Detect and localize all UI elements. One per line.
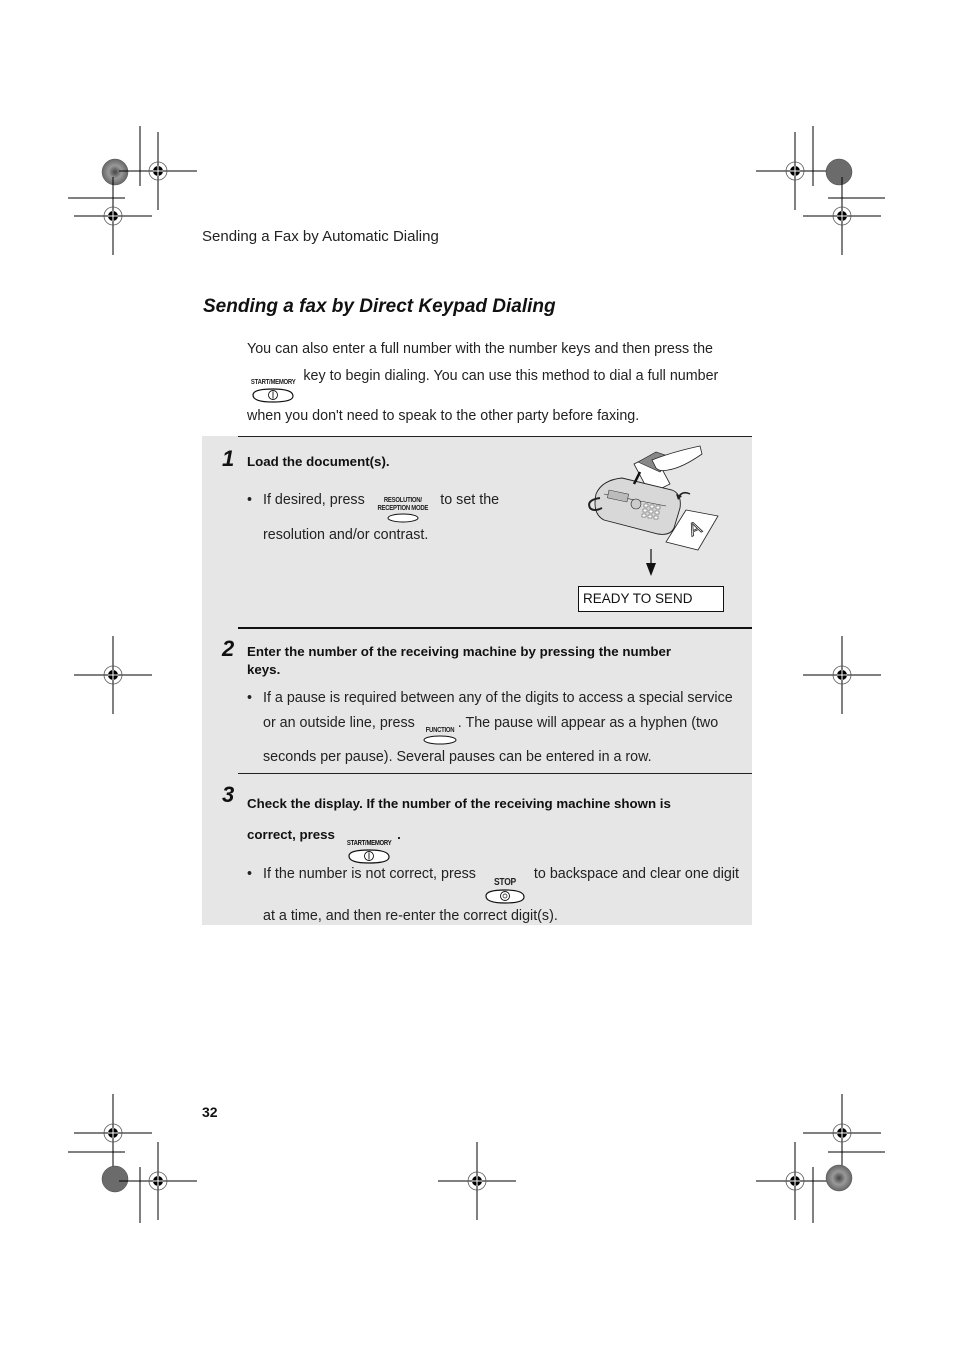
step-bullet: • If the number is not correct, press ST… — [247, 866, 739, 924]
step-bullet: • If desired, press RESOLUTION/ RECEPTIO… — [247, 492, 500, 543]
step-divider — [238, 436, 752, 437]
running-head: Sending a Fax by Automatic Dialing — [202, 228, 439, 245]
page-number: 32 — [202, 1104, 218, 1120]
color-bar-dot — [101, 158, 129, 186]
fax-machine-loading-document-icon: A — [588, 445, 719, 551]
step-divider — [238, 773, 752, 774]
step-divider — [238, 627, 752, 629]
intro-line-1: You can also enter a full number with th… — [247, 341, 713, 357]
section-title: Sending a fax by Direct Keypad Dialing — [203, 296, 556, 317]
resolution-reception-mode-key-icon: RESOLUTION/ RECEPTION MODE — [373, 497, 433, 523]
intro-line-2: START/MEMORY key to begin dialing. You c… — [247, 363, 747, 403]
step-heading: Check the display. If the number of the … — [247, 788, 671, 864]
stop-key-icon: STOP — [484, 877, 526, 904]
step-bullet: • If a pause is required between any of … — [247, 690, 733, 765]
step-heading: Load the document(s). — [247, 454, 390, 469]
steps-panel: 1 Load the document(s). • If desired, pr… — [202, 436, 752, 925]
start-memory-key-icon: START/MEMORY — [247, 379, 299, 403]
arrow-down-icon — [646, 549, 656, 576]
step-heading: Enter the number of the receiving machin… — [247, 644, 672, 677]
step-number: 1 — [222, 446, 235, 471]
step-number: 3 — [222, 782, 235, 807]
intro-paragraph: You can also enter a full number with th… — [247, 336, 747, 430]
fax-display-readout: READY TO SEND — [578, 586, 724, 612]
step-number: 2 — [222, 636, 235, 661]
function-key-icon: FUNCTION — [422, 727, 458, 745]
intro-line-3: when you don't need to speak to the othe… — [247, 408, 640, 424]
start-memory-key-icon: START/MEMORY — [343, 840, 395, 864]
